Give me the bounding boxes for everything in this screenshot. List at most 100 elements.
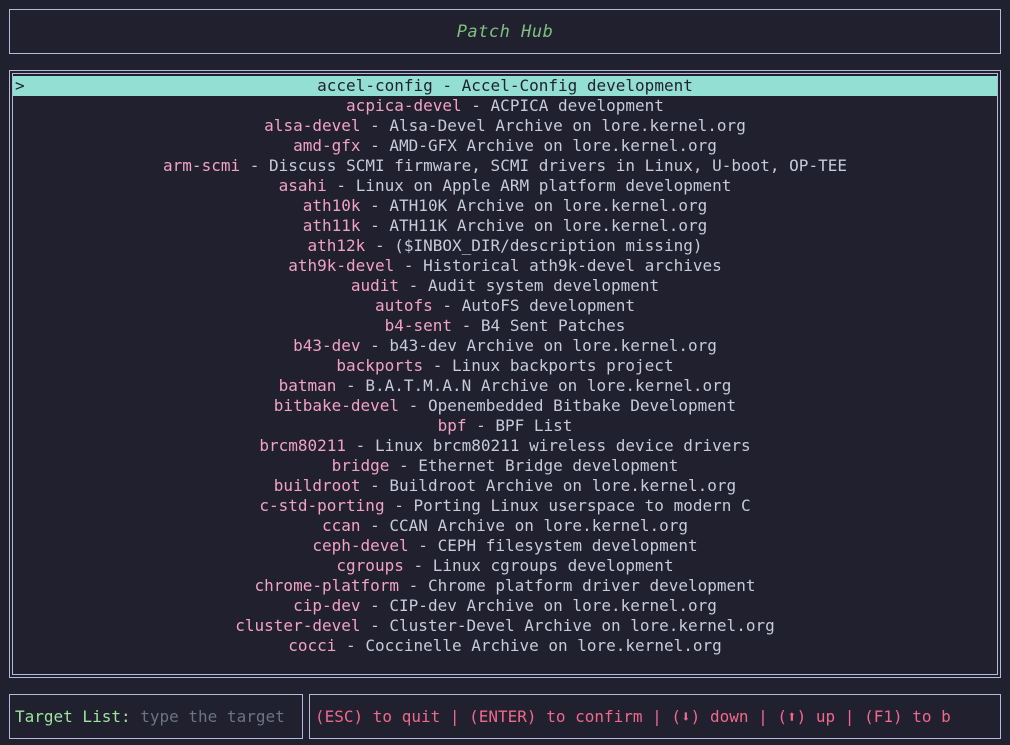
list-item-separator: -: [461, 96, 491, 115]
list-item-separator: -: [384, 496, 414, 515]
page-title: Patch Hub: [456, 21, 554, 42]
list-item-description: B4 Sent Patches: [480, 316, 626, 335]
list-item-name: audit: [350, 276, 400, 295]
list-item[interactable]: > accel-config - Accel-Config development: [13, 76, 997, 96]
list-item-description: Linux brcm80211 wireless device drivers: [374, 436, 751, 455]
list-item-name: accel-config: [317, 76, 433, 95]
list-item-separator: -: [326, 176, 356, 195]
list-item[interactable]: cip-dev - CIP-dev Archive on lore.kernel…: [13, 596, 997, 616]
list-item[interactable]: ath10k - ATH10K Archive on lore.kernel.o…: [13, 196, 997, 216]
list-item-description: B.A.T.M.A.N Archive on lore.kernel.org: [365, 376, 732, 395]
list-item[interactable]: bridge - Ethernet Bridge development: [13, 456, 997, 476]
list-item-description: b43-dev Archive on lore.kernel.org: [389, 336, 717, 355]
list-item[interactable]: audit - Audit system development: [13, 276, 997, 296]
list-item[interactable]: batman - B.A.T.M.A.N Archive on lore.ker…: [13, 376, 997, 396]
list-item-separator: -: [394, 256, 424, 275]
list-item-description: Chrome platform driver development: [427, 576, 756, 595]
list-item-description: ATH11K Archive on lore.kernel.org: [389, 216, 708, 235]
list-item-description: Coccinelle Archive on lore.kernel.org: [365, 636, 722, 655]
list-item-description: ATH10K Archive on lore.kernel.org: [389, 196, 708, 215]
list-item[interactable]: amd-gfx - AMD-GFX Archive on lore.kernel…: [13, 136, 997, 156]
help-bar: (ESC) to quit | (ENTER) to confirm | (⬇)…: [309, 694, 1001, 739]
list-item-description: Discuss SCMI firmware, SCMI drivers in L…: [269, 156, 847, 175]
list-item[interactable]: backports - Linux backports project: [13, 356, 997, 376]
list-item[interactable]: bitbake-devel - Openembedded Bitbake Dev…: [13, 396, 997, 416]
list-item-description: Cluster-Devel Archive on lore.kernel.org: [389, 616, 775, 635]
target-input[interactable]: Target List: type the target: [9, 694, 303, 739]
help-bar-text: (ESC) to quit | (ENTER) to confirm | (⬇)…: [315, 706, 951, 726]
list-item-separator: -: [336, 376, 366, 395]
target-list[interactable]: > accel-config - Accel-Config development…: [13, 74, 997, 656]
list-item[interactable]: cocci - Coccinelle Archive on lore.kerne…: [13, 636, 997, 656]
list-item[interactable]: arm-scmi - Discuss SCMI firmware, SCMI d…: [13, 156, 997, 176]
list-item-description: AMD-GFX Archive on lore.kernel.org: [389, 136, 717, 155]
list-item-name: buildroot: [273, 476, 361, 495]
list-item-description: Historical ath9k-devel archives: [423, 256, 722, 275]
list-item-separator: -: [240, 156, 269, 175]
list-item-name: bitbake-devel: [273, 396, 400, 415]
list-item-name: ccan: [321, 516, 361, 535]
list-item-name: arm-scmi: [163, 156, 241, 175]
list-item[interactable]: ath12k - ($INBOX_DIR/description missing…: [13, 236, 997, 256]
list-item-separator: -: [389, 456, 419, 475]
list-item-name: chrome-platform: [254, 576, 400, 595]
list-item-separator: -: [360, 196, 390, 215]
terminal-screen: Patch Hub > accel-config - Accel-Config d…: [0, 0, 1010, 745]
list-item-name: bpf: [437, 416, 467, 435]
list-item-name: asahi: [278, 176, 327, 195]
list-item[interactable]: ceph-devel - CEPH filesystem development: [13, 536, 997, 556]
list-item[interactable]: alsa-devel - Alsa-Devel Archive on lore.…: [13, 116, 997, 136]
list-item-description: CIP-dev Archive on lore.kernel.org: [389, 596, 717, 615]
list-item[interactable]: buildroot - Buildroot Archive on lore.ke…: [13, 476, 997, 496]
list-item-description: Linux on Apple ARM platform development: [355, 176, 732, 195]
list-item[interactable]: asahi - Linux on Apple ARM platform deve…: [13, 176, 997, 196]
list-item-separator: -: [346, 436, 375, 455]
list-item-description: ACPICA development: [490, 96, 664, 115]
list-item-name: ath12k: [307, 236, 366, 255]
list-item-description: CCAN Archive on lore.kernel.org: [389, 516, 689, 535]
list-item-name: batman: [278, 376, 337, 395]
list-item-description: Linux cgroups development: [432, 556, 674, 575]
list-item-description: Ethernet Bridge development: [418, 456, 679, 475]
list-item-name: cocci: [288, 636, 337, 655]
list-item-description: Porting Linux userspace to modern C: [413, 496, 751, 515]
list-item-separator: -: [360, 216, 390, 235]
list-item-name: b43-dev: [293, 336, 361, 355]
list-item-separator: -: [360, 476, 390, 495]
list-item-name: ceph-devel: [312, 536, 409, 555]
list-item-name: c-std-porting: [259, 496, 385, 515]
list-item-name: ath10k: [302, 196, 361, 215]
list-item-separator: -: [360, 336, 390, 355]
target-list-panel: > accel-config - Accel-Config development…: [9, 70, 1001, 678]
list-item[interactable]: brcm80211 - Linux brcm80211 wireless dev…: [13, 436, 997, 456]
list-item[interactable]: b43-dev - b43-dev Archive on lore.kernel…: [13, 336, 997, 356]
list-item[interactable]: ath11k - ATH11K Archive on lore.kernel.o…: [13, 216, 997, 236]
list-item[interactable]: c-std-porting - Porting Linux userspace …: [13, 496, 997, 516]
list-item-name: brcm80211: [259, 436, 347, 455]
list-item-description: Accel-Config development: [461, 76, 693, 95]
selection-cursor-icon: >: [15, 76, 25, 95]
list-item-name: bridge: [331, 456, 390, 475]
list-item-description: BPF List: [495, 416, 573, 435]
list-item-separator: -: [399, 396, 428, 415]
list-item[interactable]: ath9k-devel - Historical ath9k-devel arc…: [13, 256, 997, 276]
list-item-description: Linux backports project: [452, 356, 674, 375]
list-item[interactable]: ccan - CCAN Archive on lore.kernel.org: [13, 516, 997, 536]
list-item[interactable]: bpf - BPF List: [13, 416, 997, 436]
list-item[interactable]: cgroups - Linux cgroups development: [13, 556, 997, 576]
list-item-name: cgroups: [336, 556, 404, 575]
list-item-separator: -: [336, 636, 366, 655]
list-item[interactable]: autofs - AutoFS development: [13, 296, 997, 316]
list-item-separator: -: [466, 416, 496, 435]
list-item[interactable]: chrome-platform - Chrome platform driver…: [13, 576, 997, 596]
list-item[interactable]: b4-sent - B4 Sent Patches: [13, 316, 997, 336]
target-input-placeholder: type the target: [140, 706, 285, 726]
list-item-separator: -: [360, 516, 390, 535]
list-item-name: b4-sent: [384, 316, 453, 335]
list-item-name: amd-gfx: [293, 136, 361, 155]
list-item[interactable]: acpica-devel - ACPICA development: [13, 96, 997, 116]
list-item-description: Buildroot Archive on lore.kernel.org: [389, 476, 737, 495]
list-item-description: Audit system development: [427, 276, 660, 295]
list-item-name: cip-dev: [293, 596, 361, 615]
list-item[interactable]: cluster-devel - Cluster-Devel Archive on…: [13, 616, 997, 636]
